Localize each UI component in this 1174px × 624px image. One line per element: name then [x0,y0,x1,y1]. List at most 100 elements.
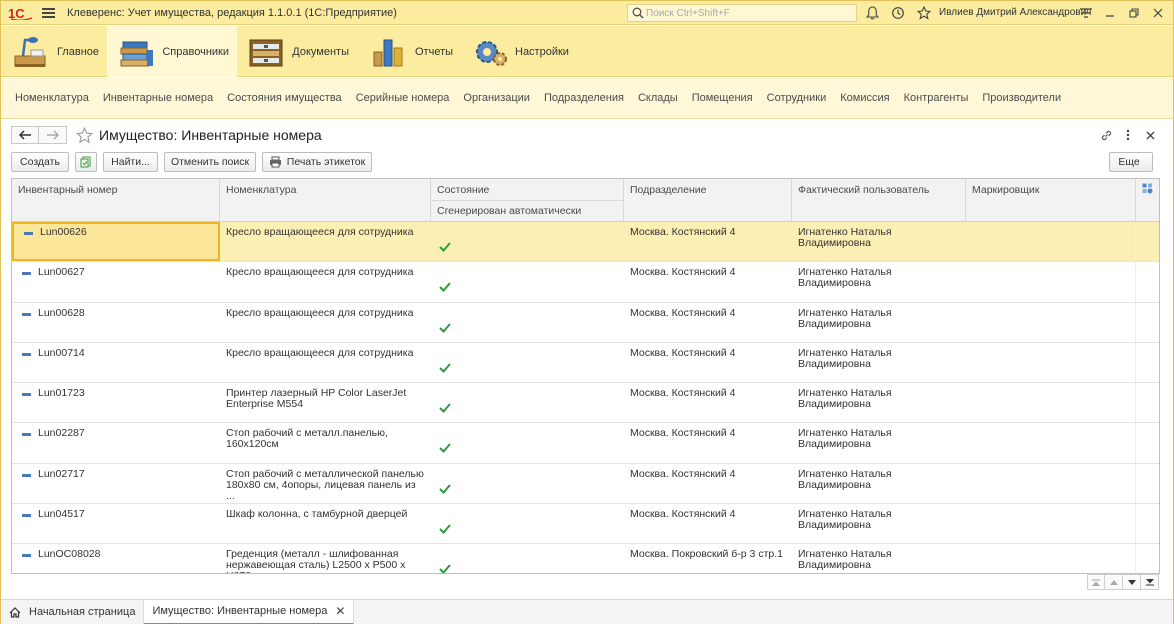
cell-state[interactable] [431,343,624,382]
cell-state[interactable] [431,544,624,573]
nav-link-asset-states[interactable]: Состояния имущества [227,92,342,104]
cell-marker[interactable] [966,423,1136,462]
column-header-auto-generated[interactable]: Сгенерирован автоматически [431,200,623,222]
cell-inventory-number[interactable]: Lun01723 [12,383,220,422]
column-header-actual-user[interactable]: Фактический пользователь [792,179,966,222]
cell-inventory-number[interactable]: Lun02717 [12,464,220,503]
cell-department[interactable]: Москва. Костянский 4 [624,383,792,422]
cell-nomenclature[interactable]: Шкаф колонна, с тамбурной дверцей [220,504,431,543]
cancel-search-button[interactable]: Отменить поиск [164,152,256,172]
table-row[interactable]: Lun04517 Шкаф колонна, с тамбурной дверц… [12,504,1159,545]
close-tab-icon[interactable]: ✕ [335,604,345,618]
cell-department[interactable]: Москва. Костянский 4 [624,464,792,503]
cell-nomenclature[interactable]: Кресло вращающееся для сотрудника [220,303,431,342]
cell-state[interactable] [431,383,624,422]
cell-state[interactable] [431,504,624,543]
restore-icon[interactable] [1125,4,1143,22]
search-input[interactable] [646,7,846,19]
cell-marker[interactable] [966,262,1136,301]
cell-actual-user[interactable]: Игнатенко Наталья Владимировна [792,262,966,301]
table-row[interactable]: Lun00714 Кресло вращающееся для сотрудни… [12,342,1159,384]
cell-department[interactable]: Москва. Костянский 4 [624,222,792,261]
current-user[interactable]: Ивлиев Дмитрий Александрович [939,7,1091,18]
scroll-bottom-icon[interactable] [1141,574,1159,590]
cell-marker[interactable] [966,303,1136,342]
cell-inventory-number[interactable]: LunOC08028 [12,544,220,573]
section-reports[interactable]: Отчеты [357,26,463,77]
more-vertical-icon[interactable] [1117,126,1139,144]
cell-state[interactable] [431,423,624,462]
global-search[interactable] [627,4,857,22]
nav-link-departments[interactable]: Подразделения [544,92,624,104]
column-header-department[interactable]: Подразделение [624,179,792,222]
cell-nomenclature[interactable]: Стоп рабочий с металл.панелью, 160х120см [220,423,431,462]
cell-nomenclature[interactable]: Принтер лазерный HP Color LaserJet Enter… [220,383,431,422]
nav-link-serial-numbers[interactable]: Серийные номера [356,92,450,104]
table-row[interactable]: Lun00628 Кресло вращающееся для сотрудни… [12,302,1159,343]
copy-button[interactable] [75,152,97,172]
cell-department[interactable]: Москва. Костянский 4 [624,423,792,462]
column-header-nomenclature[interactable]: Номенклатура [220,179,431,222]
cell-actual-user[interactable]: Игнатенко Наталья Владимировна [792,222,966,261]
cell-department[interactable]: Москва. Костянский 4 [624,343,792,382]
cell-marker[interactable] [966,222,1136,261]
cell-actual-user[interactable]: Игнатенко Наталья Владимировна [792,423,966,462]
cell-department[interactable]: Москва. Костянский 4 [624,303,792,342]
nav-link-employees[interactable]: Сотрудники [767,92,827,104]
section-catalogs[interactable]: Справочники [107,26,237,77]
nav-link-commission[interactable]: Комиссия [840,92,889,104]
cell-department[interactable]: Москва. Костянский 4 [624,262,792,301]
nav-link-counterparties[interactable]: Контрагенты [904,92,969,104]
cell-actual-user[interactable]: Игнатенко Наталья Владимировна [792,343,966,382]
cell-actual-user[interactable]: Игнатенко Наталья Владимировна [792,464,966,503]
cell-inventory-number[interactable]: Lun00626 [12,222,220,262]
section-settings[interactable]: Настройки [463,26,573,77]
print-labels-button[interactable]: Печать этикеток [262,152,372,172]
cell-state[interactable] [431,262,624,301]
main-menu-icon[interactable] [41,6,57,20]
scroll-down-icon[interactable] [1123,574,1141,590]
column-settings-icon[interactable] [1136,179,1159,222]
column-header-state[interactable]: Состояние [431,179,623,196]
cell-inventory-number[interactable]: Lun02287 [12,423,220,462]
nav-link-premises[interactable]: Помещения [692,92,753,104]
cell-inventory-number[interactable]: Lun00714 [12,343,220,382]
nav-link-nomenclature[interactable]: Номенклатура [15,92,89,104]
cell-marker[interactable] [966,383,1136,422]
cell-actual-user[interactable]: Игнатенко Наталья Владимировна [792,303,966,342]
nav-link-manufacturers[interactable]: Производители [982,92,1061,104]
cell-marker[interactable] [966,343,1136,382]
cell-state[interactable] [431,303,624,342]
cell-actual-user[interactable]: Игнатенко Наталья Владимировна [792,504,966,543]
cell-marker[interactable] [966,464,1136,503]
tab-home[interactable]: Начальная страница [1,599,145,624]
cell-nomenclature[interactable]: Кресло вращающееся для сотрудника [220,262,431,301]
cell-marker[interactable] [966,544,1136,573]
cell-nomenclature[interactable]: Кресло вращающееся для сотрудника [220,343,431,382]
table-row[interactable]: Lun01723 Принтер лазерный HP Color Laser… [12,383,1159,424]
scroll-top-icon[interactable] [1087,574,1105,590]
more-button[interactable]: Еще [1109,152,1153,172]
bell-icon[interactable] [863,4,881,22]
table-row[interactable]: Lun02717 Стоп рабочий с металлической па… [12,463,1159,505]
find-button[interactable]: Найти... [103,152,158,172]
nav-link-inventory-numbers[interactable]: Инвентарные номера [103,92,213,104]
back-button[interactable] [11,126,39,144]
tab-inventory-numbers[interactable]: Имущество: Инвентарные номера ✕ [144,599,355,624]
column-header-marker[interactable]: Маркировщик [966,179,1136,222]
cell-marker[interactable] [966,504,1136,543]
table-row[interactable]: Lun00626 Кресло вращающееся для сотрудни… [12,222,1159,263]
cell-inventory-number[interactable]: Lun04517 [12,504,220,543]
settings-lines-icon[interactable] [1077,4,1095,22]
history-icon[interactable] [889,4,907,22]
nav-link-organizations[interactable]: Организации [463,92,530,104]
cell-department[interactable]: Москва. Покровский б-р 3 стр.1 [624,544,792,573]
nav-link-warehouses[interactable]: Склады [638,92,678,104]
favorite-star-icon[interactable] [75,126,93,144]
logo-1c-icon[interactable]: 1С [7,2,35,24]
table-row[interactable]: Lun02287 Стоп рабочий с металл.панелью, … [12,423,1159,464]
close-form-icon[interactable] [1139,126,1161,144]
link-icon[interactable] [1095,126,1117,144]
table-row[interactable]: LunOC08028 Греденция (металл - шлифованн… [12,544,1159,573]
cell-state[interactable] [431,222,624,261]
